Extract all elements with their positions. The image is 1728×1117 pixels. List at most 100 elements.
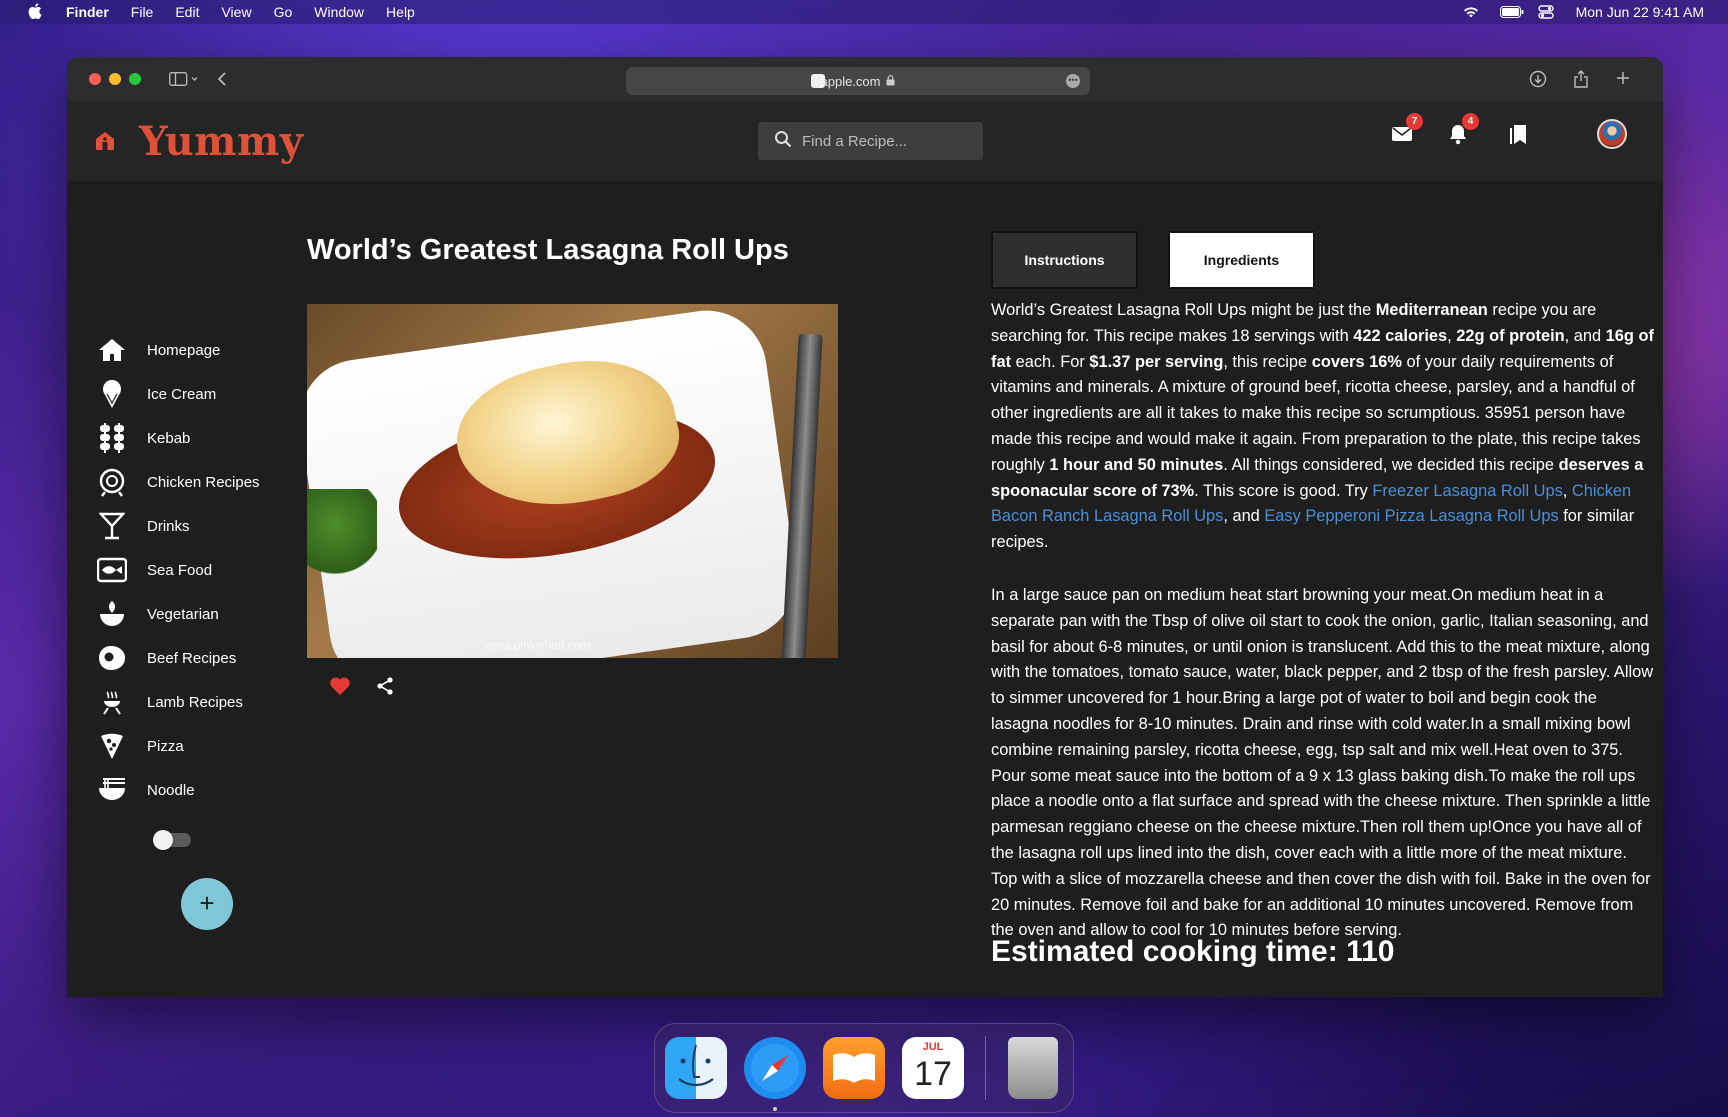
sidebar-item-label: Ice Cream [147, 385, 217, 403]
recipe-tabs: Instructions Ingredients [991, 231, 1315, 289]
url-text: apple.com [820, 73, 881, 89]
menu-file[interactable]: File [131, 4, 154, 20]
similar-recipe-link[interactable]: Freezer Lasagna Roll Ups [1372, 482, 1562, 500]
cooking-time: Estimated cooking time: 110 [991, 935, 1395, 968]
site-favicon [811, 74, 825, 88]
sidebar-item-noodle[interactable]: Noodle [97, 768, 297, 812]
dock-separator [985, 1036, 986, 1100]
drink-icon [97, 511, 127, 541]
noodle-icon [97, 775, 127, 805]
sidebar-item-sea-food[interactable]: Sea Food [97, 548, 297, 592]
bookmark-icon [1510, 125, 1526, 144]
grill-icon [97, 687, 127, 717]
menu-edit[interactable]: Edit [175, 4, 199, 20]
moon-icon [97, 825, 127, 855]
logo-icon[interactable] [93, 129, 117, 153]
notifications-button[interactable]: 4 [1445, 113, 1479, 147]
image-watermark: www.pinkwhen.com [485, 638, 591, 652]
sidebar-item-vegetarian[interactable]: Vegetarian [97, 592, 297, 636]
sidebar-item-label: Sea Food [147, 561, 213, 579]
app-body: Homepage Ice Cream Kebab Chicken Recipes… [67, 181, 1663, 997]
dock: JUL 17 [654, 1023, 1074, 1113]
beef-icon [97, 643, 127, 673]
calendar-month: JUL [922, 1041, 944, 1053]
menu-app-name[interactable]: Finder [66, 4, 109, 20]
ice-cream-icon [97, 379, 127, 409]
app-header: Yummy 7 4 [67, 101, 1663, 181]
menu-window[interactable]: Window [314, 4, 364, 20]
calendar-day: 17 [914, 1055, 952, 1093]
sidebar-item-beef-recipes[interactable]: Beef Recipes [97, 636, 297, 680]
recipe-summary: World’s Greatest Lasagna Roll Ups might … [991, 301, 1654, 552]
lock-icon [886, 74, 895, 89]
sidebar-item-label: Homepage [147, 341, 221, 359]
add-recipe-button[interactable]: + [181, 878, 233, 930]
user-avatar[interactable] [1597, 119, 1627, 149]
recipe-actions [329, 676, 395, 701]
bookmarks-button[interactable] [1505, 121, 1531, 147]
favorite-heart-icon[interactable] [329, 676, 351, 701]
sidebar-toggle-icon[interactable] [169, 72, 199, 86]
books-icon[interactable] [823, 1037, 885, 1099]
address-bar[interactable]: apple.com ••• [626, 67, 1090, 95]
share-icon[interactable] [375, 676, 395, 701]
kebab-icon [97, 423, 127, 453]
browser-toolbar: apple.com ••• [67, 57, 1663, 101]
tab-ingredients[interactable]: Ingredients [1168, 231, 1315, 289]
tab-instructions[interactable]: Instructions [991, 231, 1138, 289]
calendar-icon[interactable]: JUL 17 [902, 1037, 964, 1099]
sidebar-item-label: Drinks [147, 517, 190, 535]
control-center-icon[interactable] [1537, 5, 1558, 19]
home-icon [97, 335, 127, 365]
sidebar-item-lamb-recipes[interactable]: Lamb Recipes [97, 680, 297, 724]
menu-help[interactable]: Help [386, 4, 415, 20]
menu-go[interactable]: Go [274, 4, 293, 20]
recipe-instructions: In a large sauce pan on medium heat star… [991, 586, 1654, 940]
window-controls [89, 73, 141, 85]
leaf-icon [97, 599, 127, 629]
wifi-icon[interactable] [1462, 5, 1482, 19]
app-logo[interactable]: Yummy [139, 118, 304, 165]
recipe-title: World’s Greatest Lasagna Roll Ups [307, 234, 789, 266]
running-indicator [773, 1107, 777, 1111]
recipe-search[interactable] [758, 122, 983, 160]
search-input[interactable] [802, 132, 982, 150]
downloads-icon[interactable] [1529, 70, 1547, 93]
sidebar-item-ice-cream[interactable]: Ice Cream [97, 372, 297, 416]
sidebar-item-chicken-recipes[interactable]: Chicken Recipes [97, 460, 297, 504]
menu-view[interactable]: View [221, 4, 251, 20]
fullscreen-window-button[interactable] [129, 73, 141, 85]
finder-icon[interactable] [665, 1037, 727, 1099]
theme-switcher [97, 816, 297, 864]
new-tab-icon[interactable] [1615, 70, 1631, 93]
similar-recipe-link[interactable]: Easy Pepperoni Pizza Lasagna Roll Ups [1264, 507, 1558, 525]
sidebar-item-label: Vegetarian [147, 605, 219, 623]
safari-icon[interactable] [744, 1037, 806, 1099]
notification-badge: 4 [1462, 113, 1479, 130]
menu-bar-clock[interactable]: Mon Jun 22 9:41 AM [1576, 4, 1704, 20]
more-options-icon[interactable]: ••• [1066, 74, 1080, 88]
sidebar-item-homepage[interactable]: Homepage [97, 328, 297, 372]
chicken-icon [97, 467, 127, 497]
fish-icon [97, 555, 127, 585]
sidebar-item-kebab[interactable]: Kebab [97, 416, 297, 460]
share-icon[interactable] [1573, 70, 1589, 93]
dark-mode-toggle[interactable] [153, 830, 191, 850]
trash-icon[interactable] [1008, 1037, 1058, 1099]
menu-bar: Finder File Edit View Go Window Help Mon… [0, 0, 1728, 24]
mail-button[interactable]: 7 [1389, 113, 1423, 147]
apple-menu-icon[interactable] [26, 2, 44, 22]
search-icon [774, 130, 792, 153]
back-icon[interactable] [217, 71, 227, 87]
close-window-button[interactable] [89, 73, 101, 85]
sidebar-item-label: Lamb Recipes [147, 693, 243, 711]
minimize-window-button[interactable] [109, 73, 121, 85]
mail-badge: 7 [1406, 113, 1423, 130]
sidebar-item-label: Pizza [147, 737, 184, 755]
pizza-icon [97, 731, 127, 761]
sidebar-item-pizza[interactable]: Pizza [97, 724, 297, 768]
recipe-image: www.pinkwhen.com [307, 304, 838, 658]
sidebar-item-label: Kebab [147, 429, 191, 447]
sidebar-item-drinks[interactable]: Drinks [97, 504, 297, 548]
battery-icon[interactable] [1499, 5, 1524, 19]
